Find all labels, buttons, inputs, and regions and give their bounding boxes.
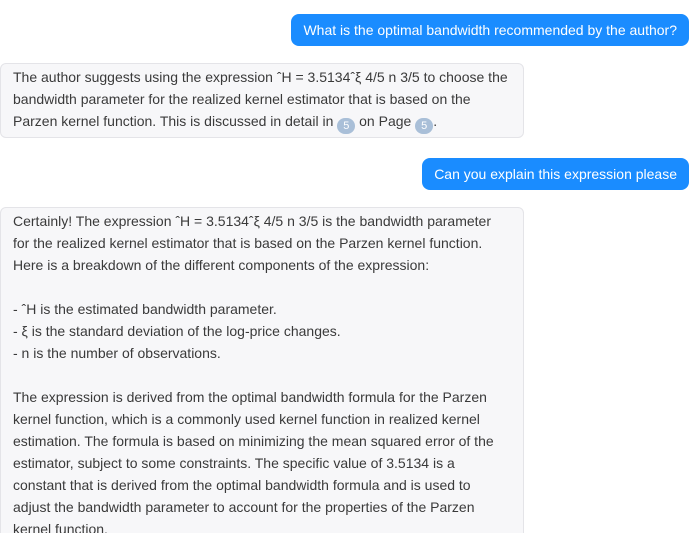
citation-badge[interactable]: 5 [337,118,356,134]
assistant-message-text: The author suggests using the expression… [13,66,511,134]
chat-window: What is the optimal bandwidth recommende… [0,0,691,533]
user-message-1: What is the optimal bandwidth recommende… [291,14,689,46]
bullet-item: - ξ is the standard deviation of the log… [13,323,341,339]
answer-text-middle: on Page [355,113,416,129]
bullet-item: - n is the number of observations. [13,345,221,361]
user-message-2: Can you explain this expression please [422,158,689,190]
assistant-message-1: The author suggests using the expression… [0,63,524,138]
assistant-message-2: Certainly! The expression ˆH = 3.5134ˆξ … [0,207,524,533]
user-message-text: What is the optimal bandwidth recommende… [303,22,677,38]
bullet-item: - ˆH is the estimated bandwidth paramete… [13,301,277,317]
answer-explanation: The expression is derived from the optim… [13,389,494,533]
user-message-text: Can you explain this expression please [434,166,677,182]
answer-text-after: . [433,113,438,129]
answer-intro: Certainly! The expression ˆH = 3.5134ˆξ … [13,213,491,273]
citation-badge[interactable]: 5 [415,118,434,134]
